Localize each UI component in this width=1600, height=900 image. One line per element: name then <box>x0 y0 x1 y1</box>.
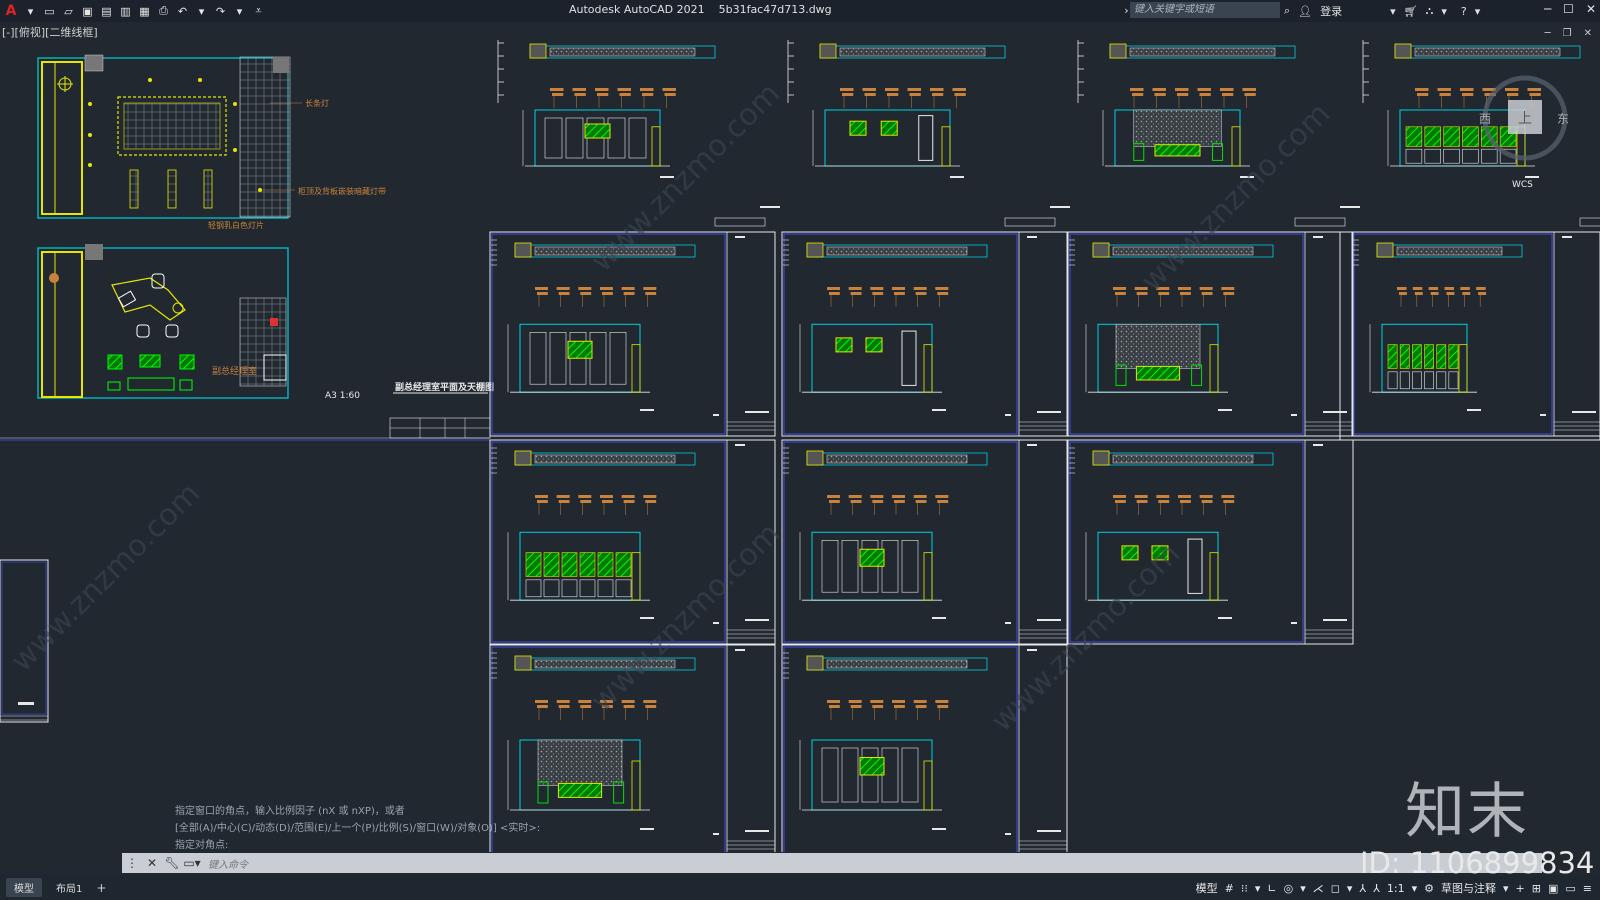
search-icon[interactable]: ⌕ <box>1284 4 1290 18</box>
grid-icon[interactable]: # <box>1225 882 1234 895</box>
plan-room-name: 副总经理室 <box>212 365 257 377</box>
command-grip-icon[interactable]: ⋮ <box>122 856 142 870</box>
snap-icon[interactable]: ⁝⁝ <box>1241 882 1248 895</box>
elevation-sheet[interactable] <box>1067 231 1354 437</box>
units-icon[interactable]: ⊞ <box>1532 882 1541 895</box>
annotation-visibility-icon[interactable]: ⅄ <box>1359 882 1366 895</box>
save-as-icon[interactable]: ▤ <box>98 3 115 20</box>
partial-sheet-right[interactable] <box>1339 231 1600 441</box>
command-customize-icon[interactable]: 🔧︎ <box>162 856 182 870</box>
undo-icon[interactable]: ↶ <box>174 3 191 20</box>
user-icon[interactable]: 👤︎ <box>1298 5 1312 18</box>
new-file-icon[interactable]: ▭ <box>41 3 58 20</box>
scale-dropdown-icon[interactable]: ▾ <box>1412 882 1418 895</box>
help-dropdown-icon[interactable]: ▾ <box>1475 5 1481 18</box>
plot-preview-icon[interactable]: ▦ <box>136 3 153 20</box>
elevation-sheet[interactable] <box>781 439 1068 645</box>
app-dropdown-icon[interactable]: ▾ <box>1441 5 1447 18</box>
file-name: 5b31fac47d713.dwg <box>718 3 832 16</box>
plan-note-ceiling: 轻钢乳白色灯片 <box>208 220 264 230</box>
help-icon[interactable]: ? <box>1461 5 1467 18</box>
minimize-icon[interactable]: ─ <box>1544 2 1551 16</box>
snap-dropdown-icon[interactable]: ▾ <box>1255 882 1261 895</box>
clean-screen-icon[interactable]: ▭ <box>1565 882 1575 895</box>
autodesk-app-icon[interactable]: ⛬ <box>1426 4 1434 18</box>
command-history-line: [全部(A)/中心(C)/动态(D)/范围(E)/上一个(P)/比例(S)/窗口… <box>175 823 541 834</box>
command-input[interactable]: 键入命令 <box>208 856 248 871</box>
plan-note-cabinet-light: 柜顶及背板嵌装暗藏灯带 <box>298 186 386 196</box>
redo-dropdown-icon[interactable]: ▾ <box>231 3 248 20</box>
print-icon[interactable]: ⎙ <box>155 3 172 20</box>
plan-scale: A3 1:60 <box>325 391 360 401</box>
elevation-sheet[interactable] <box>787 40 1070 227</box>
isodraft-icon[interactable]: ⋌ <box>1313 882 1324 895</box>
floor-plan[interactable]: 副总经理室 A3 1:60 副总经理室平面及天棚图 <box>37 244 494 439</box>
publish-icon[interactable]: ▥ <box>117 3 134 20</box>
wcs-label[interactable]: WCS <box>1512 180 1533 190</box>
watermark-id: ID: 1106899834 <box>1360 846 1595 880</box>
polar-icon[interactable]: ◎ <box>1284 882 1294 895</box>
elevation-sheet[interactable] <box>489 439 776 645</box>
tab-layout1[interactable]: 布局1 <box>48 878 90 897</box>
redo-icon[interactable]: ↷ <box>212 3 229 20</box>
elevation-sheet[interactable] <box>781 231 1068 437</box>
polar-dropdown-icon[interactable]: ▾ <box>1300 882 1306 895</box>
login-link[interactable]: 登录 <box>1320 3 1342 19</box>
command-history: 指定窗口的角点，输入比例因子 (nX 或 nXP)，或者 [全部(A)/中心(C… <box>175 803 540 854</box>
app-menu-dropdown-icon[interactable]: ▾ <box>22 3 39 20</box>
annotation-scale[interactable]: 1:1 <box>1387 882 1405 895</box>
autocad-logo-icon[interactable]: A <box>2 3 20 19</box>
ceiling-plan[interactable]: 长条灯 柜顶及背板嵌装暗藏灯带 轻钢乳白色灯片 <box>37 54 386 230</box>
annotation-monitor-icon[interactable]: + <box>1516 882 1525 895</box>
osnap-icon[interactable]: ◻ <box>1331 882 1340 895</box>
app-title: Autodesk AutoCAD 2021 <box>569 3 705 16</box>
customize-toolbar-icon[interactable]: ⩡ <box>250 3 267 20</box>
elevation-sheet[interactable] <box>1351 231 1600 437</box>
cart-icon[interactable]: 🛒︎ <box>1404 5 1418 18</box>
title-bar: A ▾ ▭ ▱ ▣ ▤ ▥ ▦ ⎙ ↶ ▾ ↷ ▾ ⩡ Autodesk Aut… <box>0 0 1600 22</box>
undo-dropdown-icon[interactable]: ▾ <box>193 3 210 20</box>
customize-status-icon[interactable]: ≡ <box>1583 882 1592 895</box>
login-dropdown-icon[interactable]: ▾ <box>1390 5 1396 18</box>
elevation-sheet[interactable] <box>489 231 776 437</box>
ortho-icon[interactable]: ∟ <box>1267 882 1276 895</box>
viewcube-west-label: 西 <box>1479 112 1491 126</box>
workspace-switch[interactable]: 草图与注释 <box>1441 880 1496 896</box>
search-input[interactable]: 键入关键字或短语 <box>1130 2 1280 18</box>
command-history-line: 指定对角点: <box>175 840 229 851</box>
viewcube[interactable]: 上 西 东 <box>1475 70 1575 170</box>
open-file-icon[interactable]: ▱ <box>60 3 77 20</box>
tab-model[interactable]: 模型 <box>6 878 42 897</box>
plan-sheet-title: 副总经理室平面及天棚图 <box>395 381 494 393</box>
quick-properties-icon[interactable]: ▣ <box>1548 882 1558 895</box>
command-close-icon[interactable]: ✕ <box>142 856 162 870</box>
watermark-brand: 知末 <box>1405 777 1529 847</box>
command-history-line: 指定窗口的角点，输入比例因子 (nX 或 nXP)，或者 <box>175 806 405 817</box>
save-icon[interactable]: ▣ <box>79 3 96 20</box>
viewcube-east-label: 东 <box>1557 112 1569 126</box>
add-layout-icon[interactable]: + <box>96 881 106 895</box>
command-line[interactable]: ⋮ ✕ 🔧︎ ▭▾ 键入命令 <box>122 853 1542 873</box>
annotation-autoscale-icon[interactable]: ⅄ <box>1373 882 1380 895</box>
window-title: Autodesk AutoCAD 2021 5b31fac47d713.dwg <box>569 3 832 16</box>
plan-note-light-strip: 长条灯 <box>305 98 329 108</box>
command-recent-icon[interactable]: ▭▾ <box>182 856 202 870</box>
workspace-gear-icon[interactable]: ⚙ <box>1424 882 1434 895</box>
model-space-button[interactable]: 模型 <box>1196 880 1218 896</box>
maximize-icon[interactable]: ☐ <box>1563 2 1574 16</box>
drawing-canvas[interactable]: 长条灯 柜顶及背板嵌装暗藏灯带 轻钢乳白色灯片 副总经理室 A3 1:60 副总… <box>0 22 1600 852</box>
osnap-dropdown-icon[interactable]: ▾ <box>1347 882 1353 895</box>
workspace-dropdown-icon[interactable]: ▾ <box>1503 882 1509 895</box>
quick-access-toolbar: A ▾ ▭ ▱ ▣ ▤ ▥ ▦ ⎙ ↶ ▾ ↷ ▾ ⩡ <box>0 3 267 20</box>
close-icon[interactable]: ✕ <box>1586 2 1596 16</box>
viewcube-top-label: 上 <box>1518 111 1532 127</box>
